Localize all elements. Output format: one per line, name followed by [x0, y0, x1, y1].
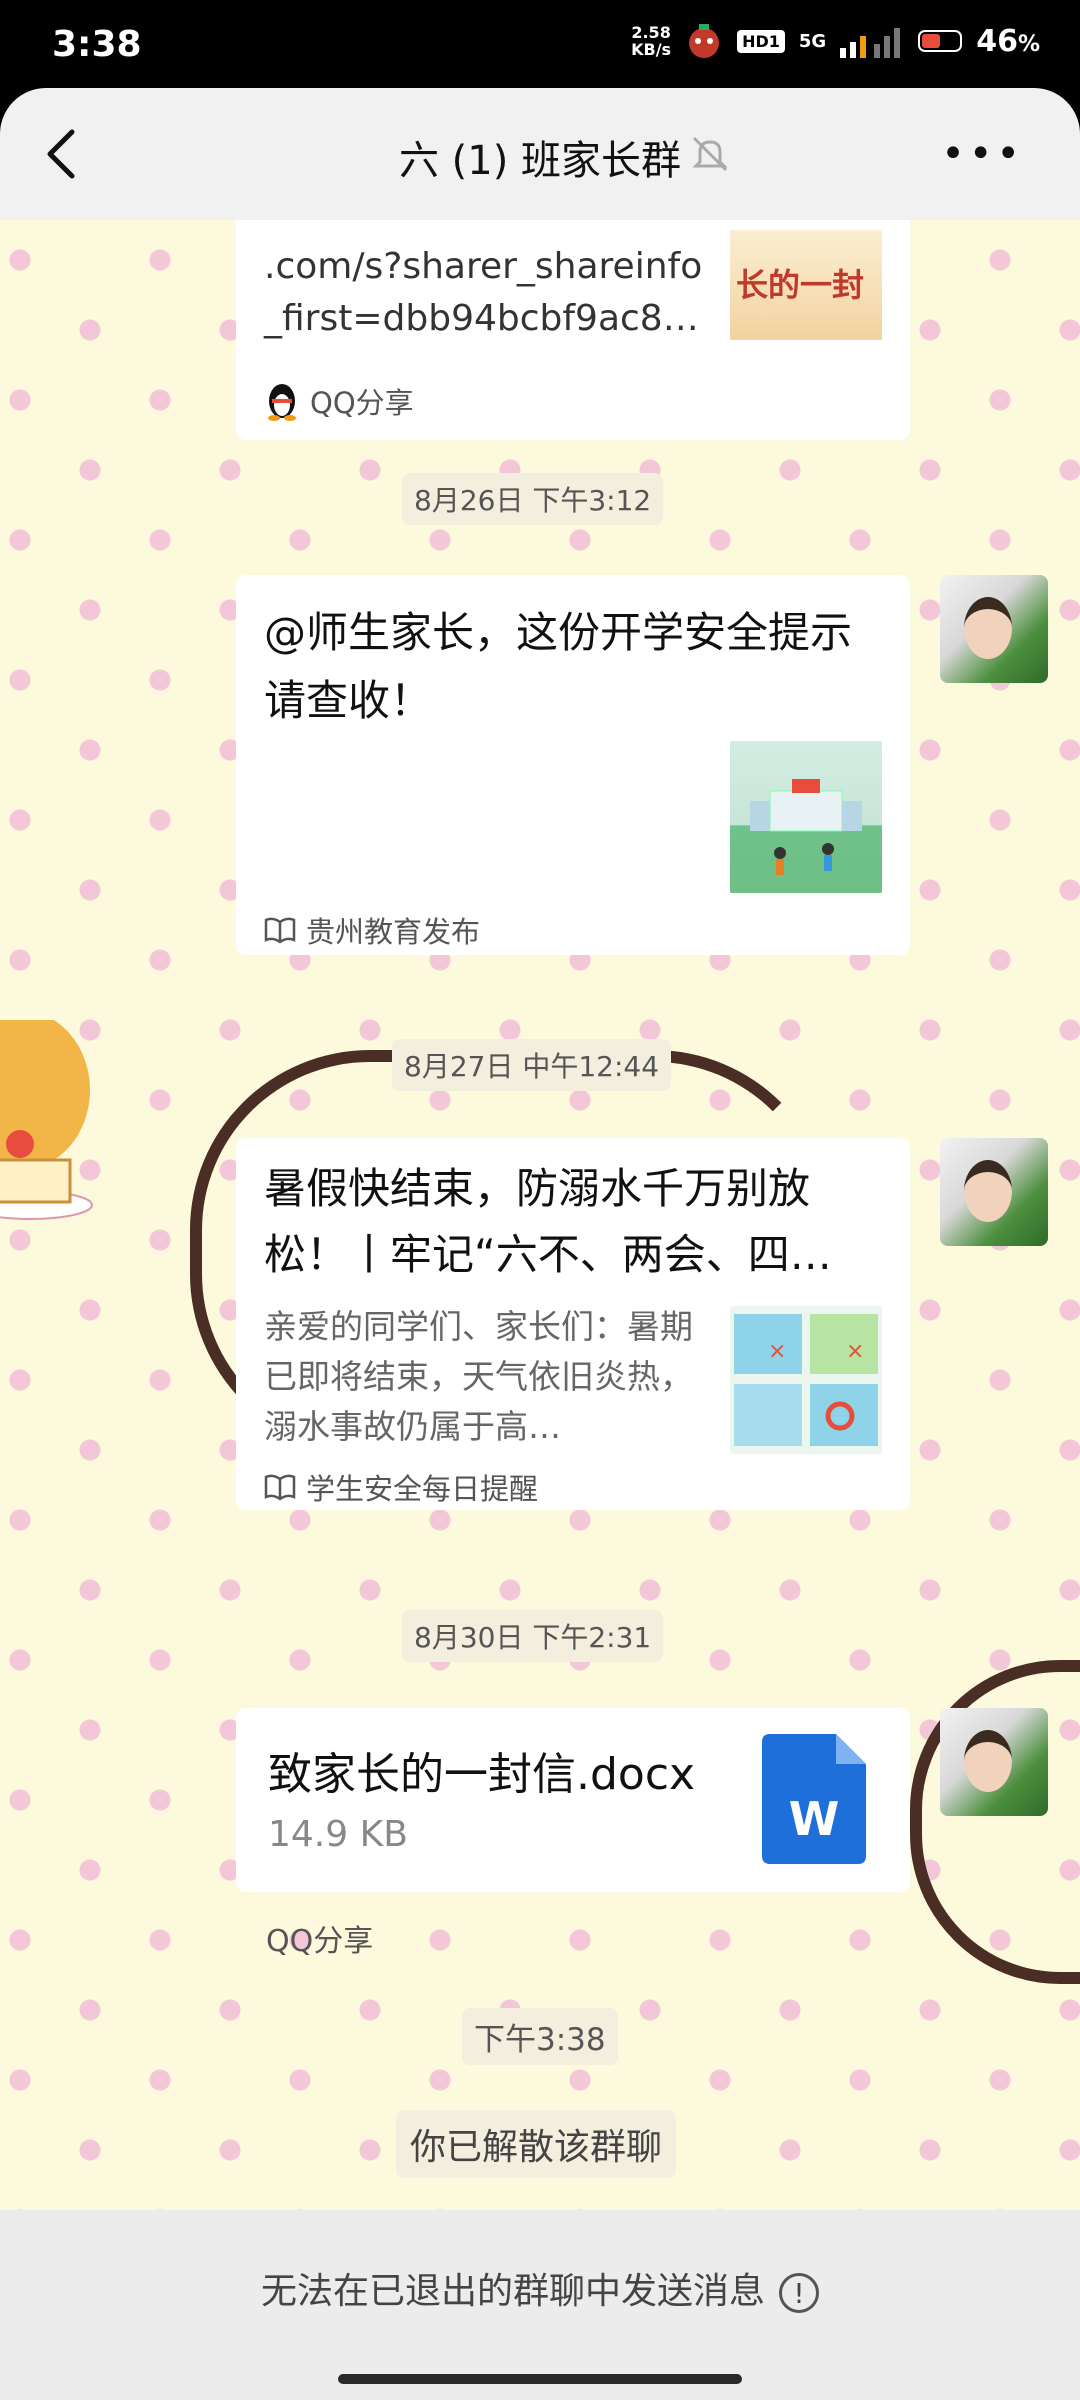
source-name: QQ分享 — [310, 386, 414, 420]
app-notification-icon — [689, 24, 720, 58]
timestamp: 8月30日 下午2:31 — [402, 1610, 664, 1662]
hd-indicator: HD1 — [737, 29, 785, 53]
timestamp: 下午3:38 — [462, 2008, 618, 2065]
chat-area[interactable]: .com/s?sharer_shareinfo _first=dbb94bcbf… — [0, 220, 1080, 2210]
system-notice: 你已解散该群聊 — [396, 2110, 677, 2178]
file-card[interactable]: 致家长的一封信.docx 14.9 KB W — [236, 1708, 910, 1892]
source-name: 贵州教育发布 — [306, 915, 481, 949]
thumbnail-text: 长的一封 — [736, 266, 865, 304]
file-size: 14.9 KB — [268, 1814, 408, 1855]
battery-percent: 46 — [976, 23, 1018, 59]
sender-avatar[interactable] — [940, 1708, 1048, 1816]
battery-icon — [918, 30, 963, 52]
sender-avatar[interactable] — [940, 575, 1048, 683]
link-source: QQ分享 — [264, 380, 414, 422]
battery-unit: % — [1017, 31, 1040, 57]
article-card[interactable]: 暑假快结束，防溺水千万别放松！丨牢记“六不、两会、四… 亲爱的同学们、家长们：暑… — [236, 1138, 910, 1510]
article-title: 暑假快结束，防溺水千万别放松！丨牢记“六不、两会、四… — [264, 1164, 832, 1279]
timestamp: 8月27日 中午12:44 — [392, 1039, 672, 1091]
chat-header: 六 (1) 班家长群 ••• — [0, 88, 1080, 220]
article-source: 贵州教育发布 — [264, 909, 480, 951]
file-source: QQ分享 — [266, 1924, 374, 1959]
school-illustration — [750, 779, 862, 875]
article-source: 学生安全每日提醒 — [264, 1466, 538, 1508]
qq-penguin-icon — [268, 384, 296, 421]
cake-decoration-icon — [0, 1020, 93, 1220]
link-card[interactable]: .com/s?sharer_shareinfo _first=dbb94bcbf… — [236, 220, 910, 440]
status-bar: 3:38 2.58 KB/s HD1 5G 46% — [0, 0, 1080, 92]
more-options-icon[interactable]: ••• — [941, 134, 1024, 174]
timestamp: 8月26日 下午3:12 — [402, 473, 664, 525]
status-time: 3:38 — [52, 24, 142, 65]
speed-unit: KB/s — [631, 40, 672, 59]
book-icon — [264, 1474, 296, 1501]
svg-text:×: × — [846, 1339, 864, 1364]
article-card[interactable]: @师生家长，这份开学安全提示请查收！ 贵州教育发布 — [236, 575, 910, 955]
battery-level: 46% — [976, 24, 1040, 59]
safety-illustration: × × — [734, 1314, 878, 1446]
article-title: @师生家长，这份开学安全提示请查收！ — [264, 608, 853, 725]
network-type: 5G — [798, 30, 827, 52]
sender-avatar[interactable] — [940, 1138, 1048, 1246]
mute-bell-icon — [692, 136, 728, 172]
speed-value: 2.58 — [631, 23, 671, 42]
source-name: 学生安全每日提醒 — [306, 1472, 539, 1506]
article-thumbnail — [730, 741, 882, 893]
file-name: 致家长的一封信.docx — [268, 1749, 696, 1800]
cannot-send-notice: 无法在已退出的群聊中发送消息! — [0, 2262, 1080, 2314]
article-thumbnail: × × — [730, 1306, 882, 1454]
home-indicator[interactable] — [338, 2374, 742, 2384]
article-description: 亲爱的同学们、家长们：暑期已即将结束，天气依旧炎热，溺水事故仍属于高… — [264, 1307, 693, 1446]
info-alert-icon[interactable]: ! — [779, 2273, 819, 2313]
chat-title[interactable]: 六 (1) 班家长群 — [0, 128, 1080, 186]
link-text-line2: _first=dbb94bcbf9ac8… — [264, 298, 699, 339]
svg-text:×: × — [768, 1339, 786, 1364]
network-speed: 2.58 KB/s — [631, 24, 671, 58]
book-icon — [264, 917, 296, 944]
signal-icon — [840, 28, 901, 58]
notice-text: 无法在已退出的群聊中发送消息 — [260, 2271, 765, 2312]
word-icon-letter: W — [788, 1792, 840, 1846]
input-disabled-bar: 无法在已退出的群聊中发送消息! — [0, 2210, 1080, 2400]
link-thumbnail: 长的一封 — [730, 230, 882, 340]
link-text-line1: .com/s?sharer_shareinfo — [264, 246, 703, 287]
